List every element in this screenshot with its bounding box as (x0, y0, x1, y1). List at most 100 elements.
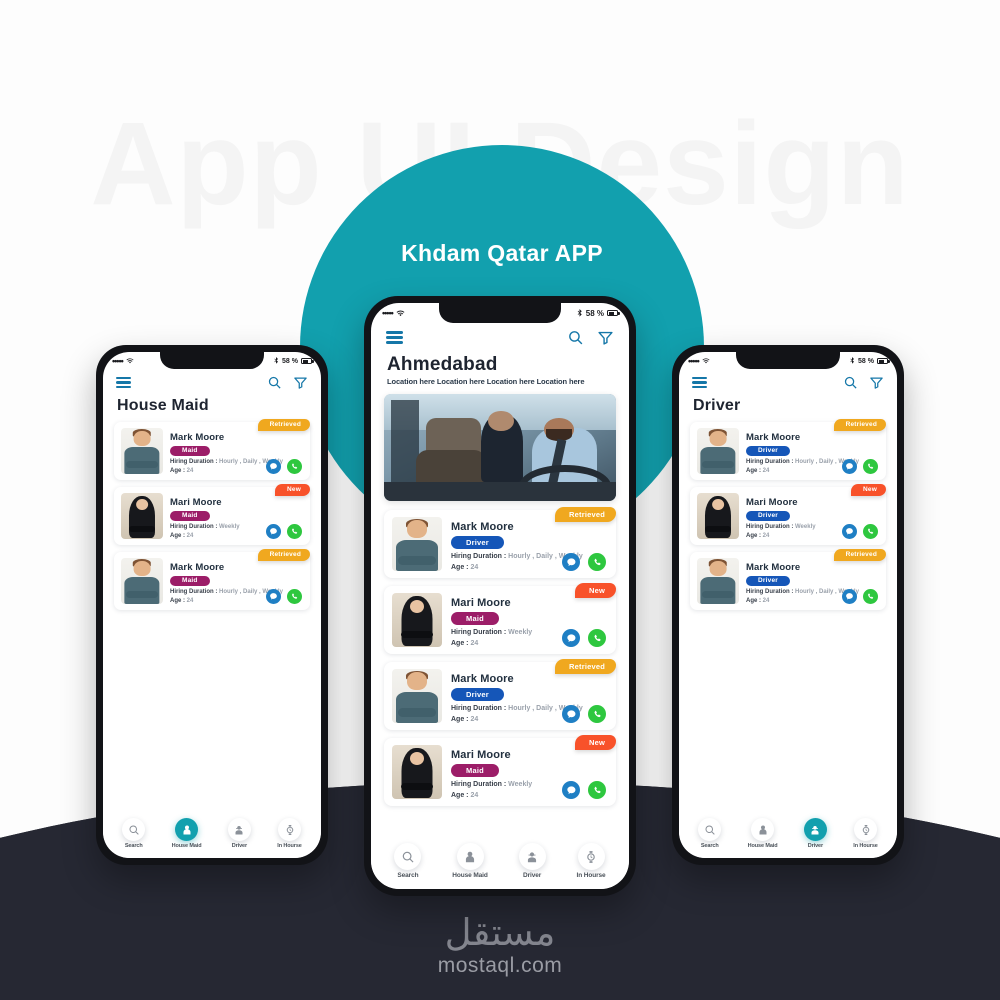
phone-call-icon[interactable] (588, 629, 606, 647)
nav-item-label: Search (700, 843, 719, 849)
nav-item-search[interactable]: Search (698, 818, 722, 849)
phone-call-icon[interactable] (287, 589, 302, 604)
driver-person-icon[interactable] (227, 818, 251, 841)
mostaql-arabic-logo: مستقل (444, 911, 556, 955)
search-icon[interactable] (267, 375, 282, 390)
nav-item-in-hourse[interactable]: In Hourse (853, 818, 878, 849)
phone-call-icon[interactable] (588, 781, 606, 799)
hamburger-menu-icon[interactable] (692, 376, 707, 389)
phone-call-icon[interactable] (287, 524, 302, 539)
phone-call-icon[interactable] (863, 524, 878, 539)
chat-bubble-icon[interactable] (562, 629, 580, 647)
role-badge: Driver (746, 510, 790, 521)
maid-person-icon[interactable] (456, 843, 484, 870)
search-icon[interactable] (122, 818, 146, 841)
nav-item-label: In Hourse (853, 843, 878, 849)
nav-item-label: Search (124, 843, 143, 849)
signal-dots-icon: ••••• (382, 308, 394, 318)
mostaql-domain-text: mostaql.com (437, 954, 563, 977)
battery-icon (607, 310, 620, 316)
watch-clock-icon[interactable] (854, 818, 878, 841)
chat-bubble-icon[interactable] (842, 524, 857, 539)
nav-item-search[interactable]: Search (394, 843, 422, 879)
watch-clock-icon[interactable] (278, 818, 302, 841)
table-row[interactable]: New Mari Moore Driver Hiring Duration : … (690, 484, 886, 545)
search-icon[interactable] (843, 375, 858, 390)
nav-item-driver[interactable]: Driver (518, 843, 546, 879)
phone-center-home: ••••• 58 % Ahmedabad Location here Locat… (364, 296, 636, 896)
maid-person-icon[interactable] (751, 818, 775, 841)
nav-item-label: In Hourse (277, 843, 302, 849)
chat-bubble-icon[interactable] (842, 589, 857, 604)
table-row[interactable]: Retrieved Mark Moore Maid Hiring Duratio… (114, 549, 310, 610)
avatar (697, 558, 739, 604)
search-icon[interactable] (698, 818, 722, 841)
hero-banner-image[interactable] (384, 394, 616, 501)
chat-bubble-icon[interactable] (562, 553, 580, 571)
driver-person-icon[interactable] (518, 843, 546, 870)
search-icon[interactable] (394, 843, 422, 870)
table-row[interactable]: New Mari Moore Maid Hiring Duration : We… (384, 583, 616, 654)
table-row[interactable]: Retrieved Mark Moore Driver Hiring Durat… (690, 419, 886, 480)
filter-icon[interactable] (597, 329, 614, 346)
status-badge: Retrieved (833, 549, 886, 561)
watch-clock-icon[interactable] (577, 843, 605, 870)
mockup-hero-title: Khdam Qatar APP (401, 240, 603, 266)
phone-left-house-maid: ••••• 58 % House Maid Retrieved Mark Moo… (96, 345, 328, 865)
nav-item-in-hourse[interactable]: In Hourse (576, 843, 606, 879)
chat-bubble-icon[interactable] (842, 459, 857, 474)
nav-item-house-maid[interactable]: House Maid (748, 818, 778, 849)
mostaql-watermark: مستقل mostaql.com (0, 911, 1000, 978)
hamburger-menu-icon[interactable] (116, 376, 131, 389)
maid-person-icon[interactable] (175, 818, 199, 841)
avatar (121, 558, 163, 604)
filter-icon[interactable] (869, 375, 884, 390)
driver-person-icon[interactable] (803, 818, 827, 841)
status-bar: ••••• 58 % (103, 352, 321, 366)
avatar (392, 745, 442, 799)
hamburger-menu-icon[interactable] (386, 331, 403, 344)
wifi-icon (702, 358, 710, 364)
nav-item-search[interactable]: Search (122, 818, 146, 849)
nav-item-house-maid[interactable]: House Maid (172, 818, 202, 849)
avatar (697, 493, 739, 539)
nav-item-driver[interactable]: Driver (803, 818, 827, 849)
bluetooth-icon (850, 357, 855, 364)
nav-item-driver[interactable]: Driver (227, 818, 251, 849)
chat-bubble-icon[interactable] (562, 781, 580, 799)
chat-bubble-icon[interactable] (266, 589, 281, 604)
nav-item-in-hourse[interactable]: In Hourse (277, 818, 302, 849)
role-badge: Maid (170, 510, 210, 521)
table-row[interactable]: Retrieved Mark Moore Driver Hiring Durat… (384, 507, 616, 578)
phone-call-icon[interactable] (588, 705, 606, 723)
worker-name: Mari Moore (170, 497, 222, 509)
status-badge: Retrieved (257, 549, 310, 561)
nav-item-label: House Maid (171, 843, 202, 849)
avatar (392, 669, 442, 723)
worker-name: Mark Moore (746, 562, 801, 574)
chat-bubble-icon[interactable] (266, 459, 281, 474)
bottom-navigation: Search House Maid Driver In Hourse (679, 818, 897, 858)
table-row[interactable]: Retrieved Mark Moore Driver Hiring Durat… (690, 549, 886, 610)
status-badge: Retrieved (555, 507, 616, 522)
battery-icon (877, 358, 890, 364)
phone-call-icon[interactable] (287, 459, 302, 474)
phone-call-icon[interactable] (863, 589, 878, 604)
table-row[interactable]: New Mari Moore Maid Hiring Duration : We… (384, 735, 616, 806)
chat-bubble-icon[interactable] (562, 705, 580, 723)
nav-item-house-maid[interactable]: House Maid (452, 843, 488, 879)
page-title: Ahmedabad (387, 354, 498, 375)
phone-call-icon[interactable] (863, 459, 878, 474)
table-row[interactable]: New Mari Moore Maid Hiring Duration : We… (114, 484, 310, 545)
chat-bubble-icon[interactable] (266, 524, 281, 539)
search-icon[interactable] (567, 329, 584, 346)
battery-percent-text: 58 % (282, 357, 298, 365)
filter-icon[interactable] (293, 375, 308, 390)
card-list: Retrieved Mark Moore Maid Hiring Duratio… (103, 415, 321, 610)
table-row[interactable]: Retrieved Mark Moore Driver Hiring Durat… (384, 659, 616, 730)
table-row[interactable]: Retrieved Mark Moore Maid Hiring Duratio… (114, 419, 310, 480)
status-badge: New (851, 484, 886, 496)
role-badge: Driver (451, 688, 504, 701)
phone-call-icon[interactable] (588, 553, 606, 571)
nav-item-label: Driver (523, 872, 542, 879)
